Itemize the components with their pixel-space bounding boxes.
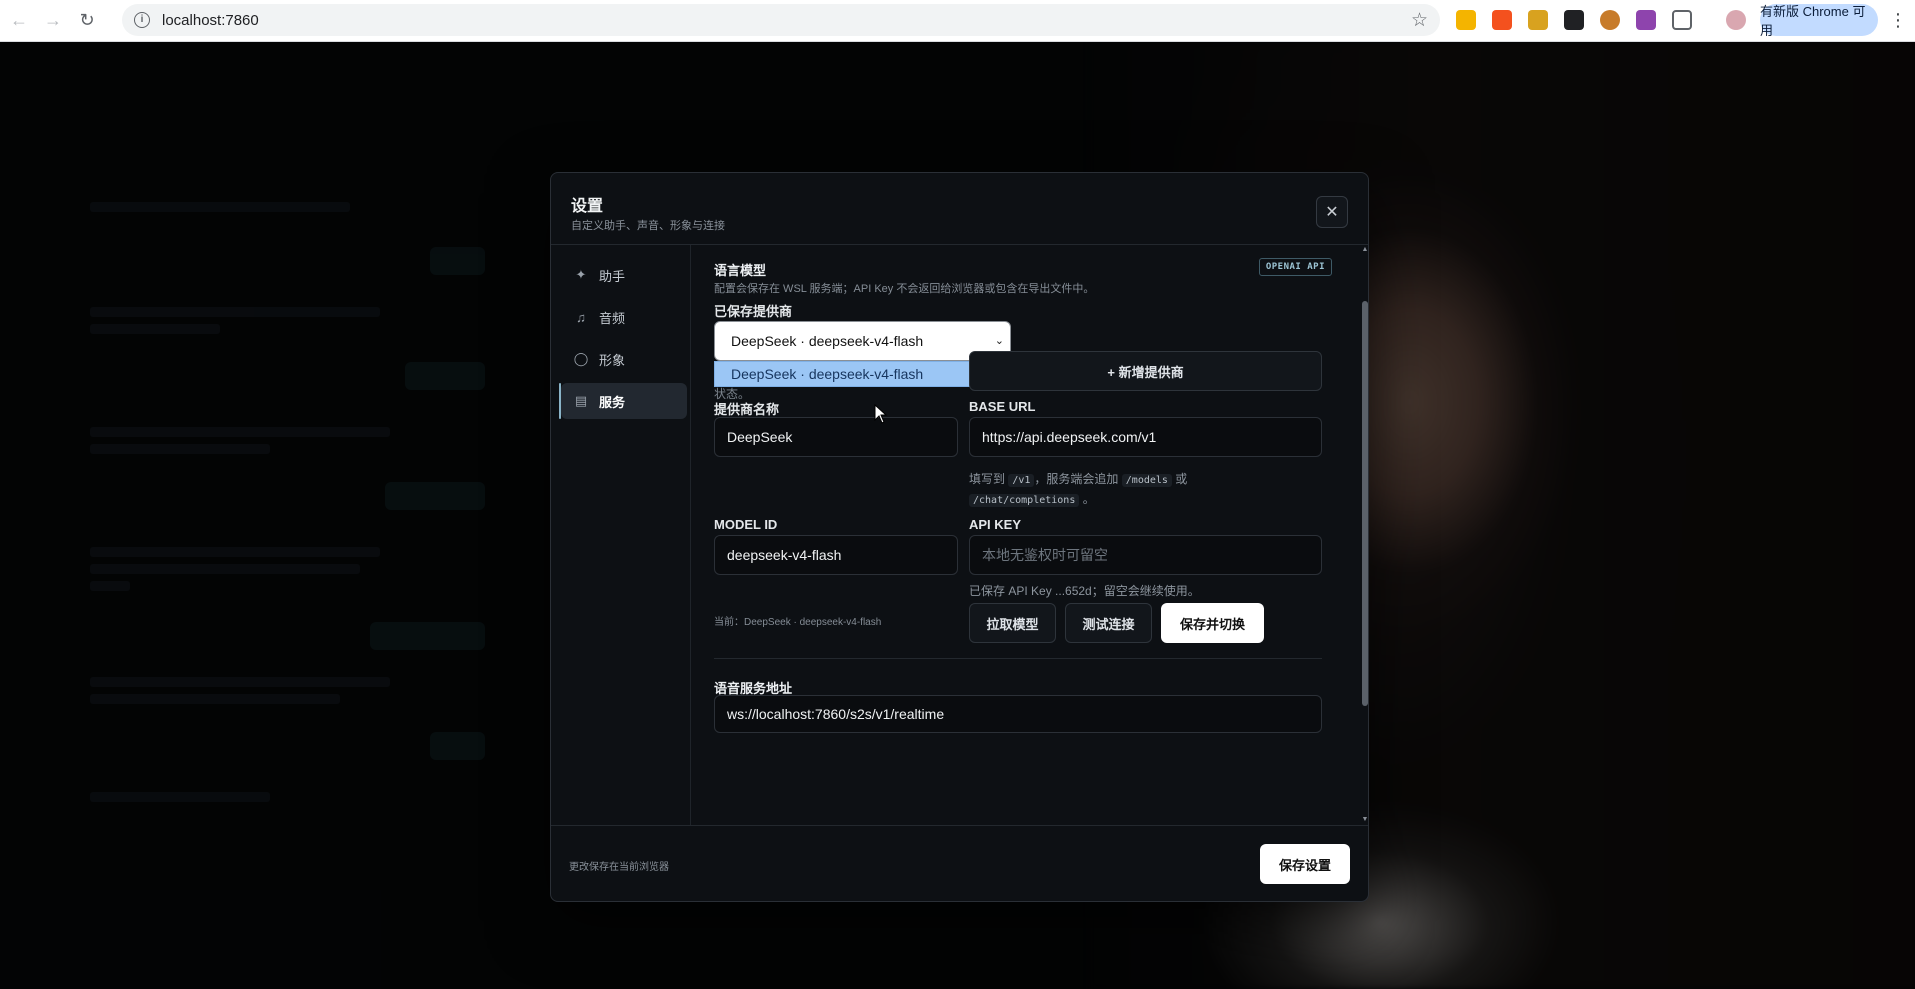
api-key-hint: 已保存 API Key ...652d；留空会继续使用。 <box>969 584 1200 598</box>
profile-avatar-icon[interactable] <box>1726 10 1746 30</box>
settings-sidebar: ✦ 助手 ♫ 音频 ◯ 形象 ▤ 服务 <box>551 245 691 825</box>
sidebar-item-label: 形象 <box>599 352 626 368</box>
section-divider <box>714 658 1322 659</box>
chrome-menu-icon[interactable]: ⋮ <box>1888 8 1908 34</box>
openai-api-badge: OPENAI API <box>1258 258 1332 276</box>
address-bar[interactable]: i localhost:7860 ☆ <box>122 4 1440 36</box>
site-info-icon[interactable]: i <box>134 12 150 28</box>
saved-provider-select[interactable]: DeepSeek · deepseek-v4-flash ⌄ <box>714 321 1011 361</box>
settings-dialog: 设置 自定义助手、声音、形象与连接 ✕ ✦ 助手 ♫ 音频 ◯ 形象 ▤ 服务 <box>550 172 1369 902</box>
provider-name-input[interactable]: DeepSeek <box>714 417 958 457</box>
forward-icon[interactable]: → <box>38 6 68 36</box>
saved-provider-label: 已保存提供商 <box>714 304 793 319</box>
content-scrollbar[interactable]: ▲ ▼ <box>1361 245 1368 825</box>
model-id-label: MODEL ID <box>714 517 778 532</box>
sidebar-item-audio[interactable]: ♫ 音频 <box>561 299 687 335</box>
back-icon[interactable]: ← <box>4 6 34 36</box>
close-button[interactable]: ✕ <box>1316 196 1348 228</box>
section-description: 配置会保存在 WSL 服务端；API Key 不会返回给浏览器或包含在导出文件中… <box>714 283 1095 295</box>
speech-url-input[interactable]: ws://localhost:7860/s2s/v1/realtime <box>714 695 1322 733</box>
scroll-thumb[interactable] <box>1362 301 1368 706</box>
sidebar-item-assistant[interactable]: ✦ 助手 <box>561 257 687 293</box>
extension-icon[interactable] <box>1528 10 1548 30</box>
server-icon: ▤ <box>574 393 588 408</box>
sidebar-item-services[interactable]: ▤ 服务 <box>559 383 687 419</box>
mouse-cursor-icon <box>874 404 888 424</box>
url-text[interactable]: localhost:7860 <box>162 12 259 29</box>
close-icon: ✕ <box>1325 204 1339 221</box>
base-url-input[interactable]: https://api.deepseek.com/v1 <box>969 417 1322 457</box>
dialog-footer: 更改保存在当前浏览器 保存设置 <box>551 825 1368 901</box>
extension-icon[interactable] <box>1456 10 1476 30</box>
browser-toolbar: ← → ↻ i localhost:7860 ☆ 有新版 Chrome 可用 ⋮ <box>0 0 1915 42</box>
dropdown-option[interactable]: DeepSeek · deepseek-v4-flash <box>714 361 1011 387</box>
save-settings-button[interactable]: 保存设置 <box>1260 844 1350 884</box>
api-key-label: API KEY <box>969 517 1022 532</box>
chevron-down-icon: ⌄ <box>994 335 1004 347</box>
provider-name-label: 提供商名称 <box>714 402 780 417</box>
scroll-up-icon[interactable]: ▲ <box>1361 246 1368 254</box>
fetch-models-button[interactable]: 拉取模型 <box>969 603 1056 643</box>
dialog-subtitle: 自定义助手、声音、形象与连接 <box>571 220 725 232</box>
sidebar-item-label: 音频 <box>599 310 626 326</box>
current-provider-text: 当前：DeepSeek · deepseek-v4-flash <box>714 617 882 628</box>
scroll-down-icon[interactable]: ▼ <box>1361 816 1368 824</box>
sidebar-item-label: 服务 <box>599 394 626 410</box>
bookmark-star-icon[interactable]: ☆ <box>1411 9 1428 32</box>
settings-content: 语言模型 OPENAI API 配置会保存在 WSL 服务端；API Key 不… <box>692 245 1362 825</box>
chrome-update-button[interactable]: 有新版 Chrome 可用 <box>1760 4 1878 38</box>
extension-icon[interactable] <box>1600 10 1620 30</box>
section-title-llm: 语言模型 <box>714 263 767 278</box>
extension-icon[interactable] <box>1636 10 1656 30</box>
dialog-title: 设置 <box>571 198 604 215</box>
sparkle-icon: ✦ <box>575 267 587 282</box>
model-id-input[interactable]: deepseek-v4-flash <box>714 535 958 575</box>
extension-icon[interactable] <box>1564 10 1584 30</box>
app-viewport: 设置 自定义助手、声音、形象与连接 ✕ ✦ 助手 ♫ 音频 ◯ 形象 ▤ 服务 <box>0 42 1915 989</box>
extension-icon[interactable] <box>1492 10 1512 30</box>
save-and-switch-button[interactable]: 保存并切换 <box>1161 603 1264 643</box>
person-icon: ◯ <box>573 351 589 366</box>
test-connection-button[interactable]: 测试连接 <box>1065 603 1152 643</box>
add-provider-button[interactable]: + 新增提供商 <box>969 351 1322 391</box>
base-url-hint: 填写到 /v1 ，服务端会追加 /models 或 /chat/completio… <box>969 472 1188 507</box>
extensions-puzzle-icon[interactable] <box>1672 10 1692 30</box>
dialog-header: 设置 自定义助手、声音、形象与连接 ✕ <box>551 173 1368 245</box>
api-key-input[interactable]: 本地无鉴权时可留空 <box>969 535 1322 575</box>
selected-value: DeepSeek · deepseek-v4-flash <box>731 333 924 349</box>
sidebar-item-label: 助手 <box>599 268 626 284</box>
base-url-label: BASE URL <box>969 399 1036 414</box>
footer-note: 更改保存在当前浏览器 <box>569 862 669 873</box>
reload-icon[interactable]: ↻ <box>72 6 102 36</box>
sidebar-item-avatar[interactable]: ◯ 形象 <box>561 341 687 377</box>
speaker-icon: ♫ <box>576 309 586 325</box>
